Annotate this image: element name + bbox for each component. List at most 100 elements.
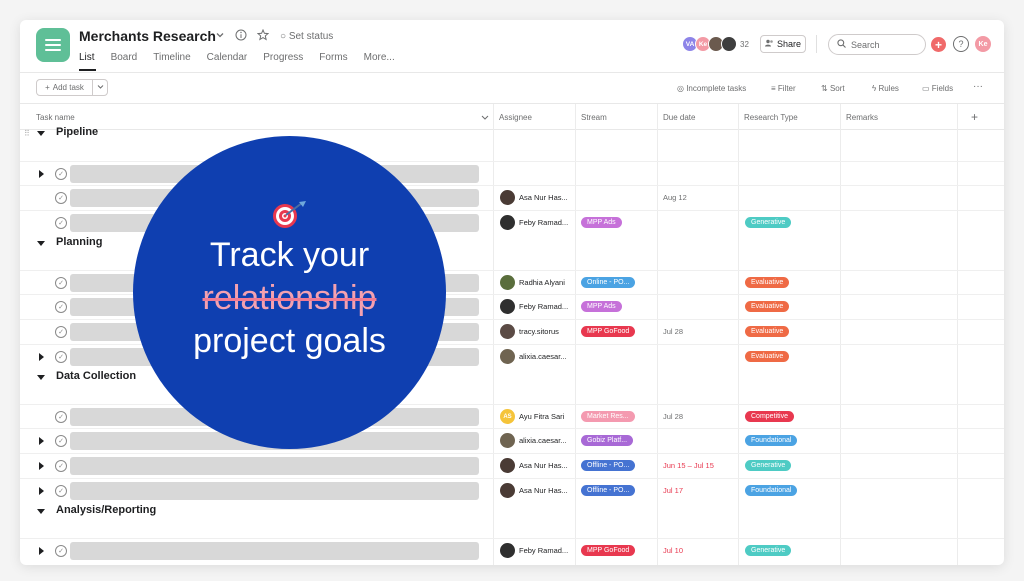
complete-checkbox[interactable]: ✓ bbox=[55, 301, 67, 313]
task-name-redacted[interactable] bbox=[70, 542, 479, 560]
research-type-tag[interactable]: Competitive bbox=[745, 411, 794, 422]
due-date[interactable]: Jul 17 bbox=[663, 486, 683, 495]
section-header[interactable]: Analysis/Reporting bbox=[20, 503, 1004, 525]
assignee-name[interactable]: Asa Nur Has... bbox=[519, 486, 568, 495]
assignee-name[interactable]: tracy.sitorus bbox=[519, 327, 559, 336]
research-type-tag[interactable]: Generative bbox=[745, 217, 792, 228]
assignee-name[interactable]: alixia.caesar... bbox=[519, 352, 567, 361]
research-type-tag[interactable]: Evaluative bbox=[745, 301, 790, 312]
chevron-down-icon[interactable] bbox=[481, 113, 489, 123]
more-options-icon[interactable]: ··· bbox=[973, 81, 983, 92]
share-button[interactable]: Share bbox=[760, 35, 806, 53]
assignee-name[interactable]: Asa Nur Has... bbox=[519, 461, 568, 470]
task-row[interactable]: ✓ AS Ayu Fitra Sari Market Res... Jul 28 Comp… bbox=[20, 404, 1004, 428]
sort-button[interactable]: ⇅ Sort bbox=[821, 84, 845, 93]
assignee-name[interactable]: Radhia Alyani bbox=[519, 278, 565, 287]
task-row[interactable]: ✓ bbox=[20, 161, 1004, 185]
stream-tag[interactable]: Offline - PO... bbox=[581, 485, 636, 496]
complete-checkbox[interactable]: ✓ bbox=[55, 326, 67, 338]
column-header-remarks[interactable]: Remarks bbox=[846, 113, 878, 122]
section-collapse-icon[interactable] bbox=[37, 241, 45, 246]
tab-forms[interactable]: Forms bbox=[319, 52, 347, 63]
chevron-down-icon[interactable] bbox=[93, 83, 107, 92]
star-icon[interactable] bbox=[256, 28, 270, 44]
section-title[interactable]: Planning bbox=[56, 236, 102, 248]
section-collapse-icon[interactable] bbox=[37, 509, 45, 514]
complete-checkbox[interactable]: ✓ bbox=[55, 460, 67, 472]
project-title[interactable]: Merchants Research bbox=[79, 28, 216, 44]
tab-timeline[interactable]: Timeline bbox=[153, 52, 190, 63]
quick-add-button[interactable]: + bbox=[931, 37, 946, 52]
task-row[interactable]: ✓ Feby Ramad... MPP GoFood Jul 10 Generative bbox=[20, 538, 1004, 562]
assignee-name[interactable]: Ayu Fitra Sari bbox=[519, 412, 564, 421]
filter-button[interactable]: ≡ Filter bbox=[771, 84, 796, 93]
due-date[interactable]: Jul 10 bbox=[663, 546, 683, 555]
section-title[interactable]: Data Collection bbox=[56, 370, 136, 382]
task-name-redacted[interactable] bbox=[70, 457, 479, 475]
stream-tag[interactable]: Offline - PO... bbox=[581, 460, 636, 471]
task-row[interactable]: ✓ alixia.caesar... Gobiz Platf... Foundatio… bbox=[20, 428, 1004, 452]
task-row[interactable]: ✓ Asa Nur Has... Offline - PO... Jun 15 – J… bbox=[20, 453, 1004, 477]
due-date[interactable]: Jul 28 bbox=[663, 412, 683, 421]
column-header-task-name[interactable]: Task name bbox=[36, 113, 75, 122]
tab-progress[interactable]: Progress bbox=[263, 52, 303, 63]
column-header-due-date[interactable]: Due date bbox=[663, 113, 695, 122]
task-row[interactable]: ✓ Asa Nur Has... Offline - PO... Jul 17 Foun… bbox=[20, 478, 1004, 502]
complete-checkbox[interactable]: ✓ bbox=[55, 277, 67, 289]
expand-subtasks-icon[interactable] bbox=[39, 353, 44, 361]
research-type-tag[interactable]: Evaluative bbox=[745, 351, 790, 362]
add-column-button[interactable]: + bbox=[971, 110, 978, 124]
section-header[interactable]: ⠿ Pipeline bbox=[20, 125, 1004, 147]
complete-checkbox[interactable]: ✓ bbox=[55, 192, 67, 204]
expand-subtasks-icon[interactable] bbox=[39, 437, 44, 445]
expand-subtasks-icon[interactable] bbox=[39, 487, 44, 495]
research-type-tag[interactable]: Evaluative bbox=[745, 277, 790, 288]
complete-checkbox[interactable]: ✓ bbox=[55, 411, 67, 423]
stream-tag[interactable]: Market Res... bbox=[581, 411, 635, 422]
due-date[interactable]: Jun 15 – Jul 15 bbox=[663, 461, 714, 470]
column-header-research-type[interactable]: Research Type bbox=[744, 113, 798, 122]
user-avatar-button[interactable]: Ke bbox=[975, 36, 991, 52]
tab-board[interactable]: Board bbox=[111, 52, 138, 63]
fields-button[interactable]: ▭ Fields bbox=[922, 84, 953, 93]
chevron-down-icon[interactable] bbox=[215, 29, 225, 43]
stream-tag[interactable]: Gobiz Platf... bbox=[581, 435, 634, 446]
section-collapse-icon[interactable] bbox=[37, 375, 45, 380]
complete-checkbox[interactable]: ✓ bbox=[55, 351, 67, 363]
tab-calendar[interactable]: Calendar bbox=[207, 52, 248, 63]
complete-checkbox[interactable]: ✓ bbox=[55, 545, 67, 557]
drag-handle-icon[interactable]: ⠿ bbox=[24, 129, 30, 138]
research-type-tag[interactable]: Evaluative bbox=[745, 326, 790, 337]
complete-checkbox[interactable]: ✓ bbox=[55, 217, 67, 229]
section-title[interactable]: Pipeline bbox=[56, 126, 98, 138]
rules-button[interactable]: ϟ Rules bbox=[872, 84, 899, 93]
tab-list[interactable]: List bbox=[79, 52, 95, 63]
list-project-icon[interactable] bbox=[36, 28, 70, 62]
section-title[interactable]: Analysis/Reporting bbox=[56, 504, 156, 516]
complete-checkbox[interactable]: ✓ bbox=[55, 168, 67, 180]
search-input[interactable]: Search bbox=[828, 34, 926, 55]
task-name-redacted[interactable] bbox=[70, 482, 479, 500]
help-button[interactable]: ? bbox=[953, 36, 969, 52]
complete-checkbox[interactable]: ✓ bbox=[55, 435, 67, 447]
assignee-name[interactable]: Feby Ramad... bbox=[519, 302, 568, 311]
due-date[interactable]: Jul 28 bbox=[663, 327, 683, 336]
stream-tag[interactable]: MPP GoFood bbox=[581, 326, 636, 337]
project-members[interactable]: VA Ke 32 bbox=[682, 36, 749, 52]
stream-tag[interactable]: MPP Ads bbox=[581, 217, 622, 228]
add-task-button[interactable]: + Add task bbox=[36, 79, 108, 96]
assignee-name[interactable]: alixia.caesar... bbox=[519, 436, 567, 445]
set-status-button[interactable]: ○ Set status bbox=[280, 31, 333, 42]
assignee-name[interactable]: Asa Nur Has... bbox=[519, 193, 568, 202]
stream-tag[interactable]: Online - PO... bbox=[581, 277, 636, 288]
column-header-stream[interactable]: Stream bbox=[581, 113, 607, 122]
info-icon[interactable] bbox=[235, 29, 247, 44]
research-type-tag[interactable]: Foundational bbox=[745, 485, 798, 496]
due-date[interactable]: Aug 12 bbox=[663, 193, 687, 202]
expand-subtasks-icon[interactable] bbox=[39, 547, 44, 555]
tab-more[interactable]: More... bbox=[364, 52, 395, 63]
complete-checkbox[interactable]: ✓ bbox=[55, 485, 67, 497]
assignee-name[interactable]: Feby Ramad... bbox=[519, 218, 568, 227]
research-type-tag[interactable]: Generative bbox=[745, 460, 792, 471]
assignee-name[interactable]: Feby Ramad... bbox=[519, 546, 568, 555]
